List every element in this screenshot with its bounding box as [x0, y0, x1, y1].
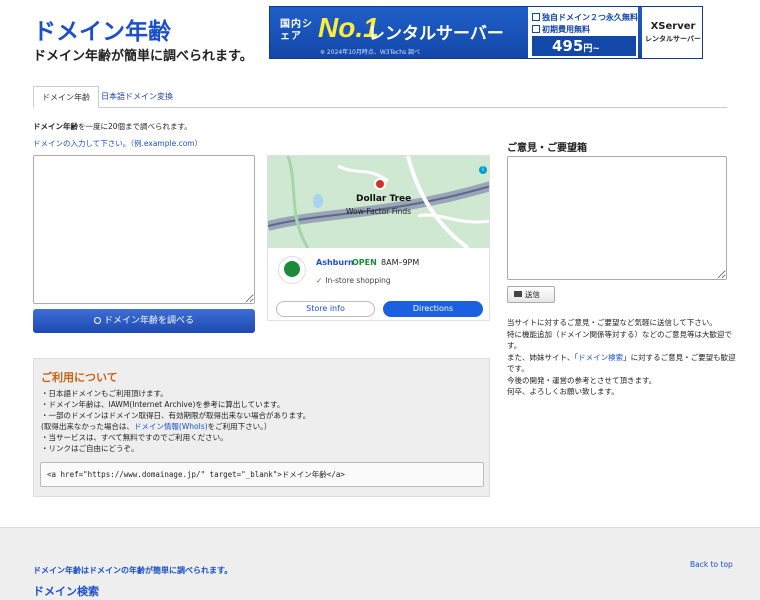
- check-icon: [532, 25, 540, 33]
- tab-bar: ドメイン年齢 日本語ドメイン変換: [33, 86, 727, 108]
- map-pin-icon: [374, 178, 386, 190]
- usage-title: ご利用について: [41, 371, 118, 384]
- store-ad[interactable]: Dollar Tree Wow-Factor Finds i Ashburn O…: [267, 155, 490, 321]
- tab-japanese-domain[interactable]: 日本語ドメイン変換: [93, 86, 181, 108]
- usage-item-4-post: をご利用下さい。）: [207, 422, 272, 431]
- usage-item-1: ・日本語ドメインもご利用頂けます。: [41, 389, 168, 398]
- dollar-tree-logo: [278, 256, 306, 284]
- feedback-line-3: また、姉妹サイト、「ドメイン検索」に対するご意見・ご要望も歓迎です。: [507, 352, 737, 375]
- usage-panel: ご利用について ・日本語ドメインもご利用頂けます。 ・ドメイン年齢は、IAWM(…: [33, 358, 490, 497]
- tab-domain-age[interactable]: ドメイン年齢: [33, 86, 99, 108]
- store-hours: 8AM–9PM: [381, 258, 420, 267]
- check-icon: [532, 13, 540, 21]
- store-instore: ✓ In-store shopping: [316, 276, 391, 285]
- form-hint: ドメインの入力して下さい。（例.example.com）: [33, 139, 203, 148]
- banner-price-unit: 円~: [583, 44, 600, 54]
- ad-banner[interactable]: 国内シェア No.1 レンタルサーバー ※ 2024年10月時点、W3Techs…: [269, 6, 703, 59]
- banner-feature-2-label: 初期費用無料: [542, 25, 590, 34]
- feedback-line-1: 当サイトに対するご意見・ご要望など気軽に送信して下さい。: [507, 318, 717, 327]
- usage-item-4: (取得出来なかった場合は、ドメイン情報(WhoIs)をご利用下さい。）: [41, 421, 310, 432]
- domain-search-link[interactable]: ドメイン検索: [578, 353, 623, 362]
- feedback-line-5: 何卒、よろしくお願い致します。: [507, 387, 619, 396]
- back-to-top-link[interactable]: Back to top: [690, 560, 733, 569]
- site-title[interactable]: ドメイン年齢: [33, 12, 171, 46]
- site-subtitle: ドメイン年齢が簡単に調べられます。: [33, 49, 253, 64]
- store-city[interactable]: Ashburn: [316, 258, 354, 267]
- store-open-status: OPEN: [352, 258, 377, 267]
- usage-item-2: ・ドメイン年齢は、IAWM(Internet Archive)を参考に算出してい…: [41, 400, 285, 409]
- whois-link[interactable]: ドメイン情報(WhoIs): [134, 422, 208, 431]
- banner-rental: レンタルサーバー: [368, 24, 504, 44]
- usage-item-4-pre: (取得出来なかった場合は、: [41, 422, 134, 431]
- feedback-line-3-pre: また、姉妹サイト、「: [507, 352, 579, 362]
- usage-item-3: ・一部のドメインはドメイン取得日、有効期限が取得出来ない場合があります。: [41, 411, 311, 420]
- usage-item-5: ・当サービスは、すべて無料ですのでご利用ください。: [41, 433, 228, 442]
- banner-feature-1-label: 独自ドメイン２つ永久無料: [542, 13, 638, 22]
- feedback-text: 当サイトに対するご意見・ご要望など気軽に送信して下さい。 特に機能追加（ドメイン…: [507, 317, 737, 398]
- feedback-input[interactable]: [507, 156, 727, 280]
- send-button-label: 送信: [525, 290, 540, 299]
- feedback-line-4: 今後の開発・運営の参考とさせて頂きます。: [507, 375, 657, 385]
- store-name: Dollar Tree: [356, 194, 412, 204]
- banner-feature-2: 初期費用無料: [532, 24, 590, 35]
- desc-bold: ドメイン年齢: [33, 122, 78, 131]
- link-code-box[interactable]: <a href="https://www.domainage.jp/" targ…: [40, 462, 484, 487]
- send-button[interactable]: 送信: [507, 286, 555, 303]
- feedback-line-2: 特に機能追加（ドメイン関係等対する）などのご意見等は大歓迎です。: [507, 329, 732, 351]
- envelope-icon: [514, 291, 522, 297]
- checkmark-icon: ✓: [316, 276, 323, 285]
- instore-label: In-store shopping: [325, 276, 391, 285]
- desc-rest: を一度に20個まで調べられます。: [78, 122, 192, 131]
- usage-list: ・日本語ドメインもご利用頂けます。 ・ドメイン年齢は、IAWM(Internet…: [41, 388, 310, 454]
- banner-note: ※ 2024年10月時点、W3Techs 調べ: [320, 49, 421, 56]
- banner-features: 独自ドメイン２つ永久無料 初期費用無料 495円~: [528, 7, 638, 58]
- search-button-label: ドメイン年齢を調べる: [103, 316, 194, 326]
- footer: ドメイン年齢はドメインの年齢が簡単に調べられます。 Back to top ドメ…: [0, 527, 760, 600]
- ad-info-icon[interactable]: i: [479, 166, 487, 174]
- domain-input[interactable]: [33, 155, 255, 304]
- logo-text: XServer: [650, 21, 696, 32]
- footer-heading[interactable]: ドメイン検索: [33, 583, 99, 599]
- feedback-title: ご意見・ご要望箱: [507, 143, 587, 154]
- search-icon: [93, 317, 101, 324]
- logo-subtext: レンタルサーバー: [645, 35, 701, 43]
- store-info-button[interactable]: Store info: [276, 301, 375, 317]
- directions-button[interactable]: Directions: [383, 301, 483, 317]
- banner-feature-1: 独自ドメイン２つ永久無料: [532, 12, 638, 23]
- search-button[interactable]: ドメイン年齢を調べる: [33, 309, 255, 333]
- form-description: ドメイン年齢を一度に20個まで調べられます。: [33, 121, 192, 132]
- footer-text: ドメイン年齢はドメインの年齢が簡単に調べられます。: [33, 566, 233, 575]
- banner-price: 495円~: [532, 36, 636, 56]
- banner-share: 国内シェア: [280, 19, 313, 42]
- xserver-logo: XServer レンタルサーバー: [642, 7, 702, 58]
- banner-price-value: 495: [552, 37, 584, 55]
- store-tagline: Wow-Factor Finds: [346, 207, 412, 216]
- usage-item-6: ・リンクはご自由にどうぞ。: [41, 444, 139, 453]
